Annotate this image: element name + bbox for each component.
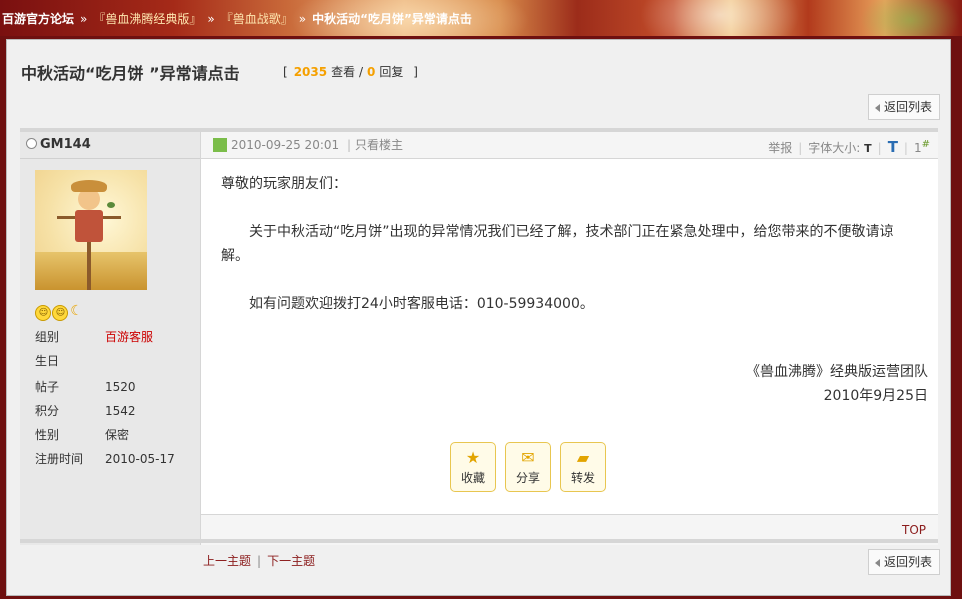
breadcrumb-home[interactable]: 百游官方论坛 [2, 12, 74, 26]
floor-sup: # [921, 139, 930, 150]
topic-stats: [2035 查看 /0 回复 ] [283, 63, 418, 80]
banner-glow [860, 0, 960, 36]
info-value: 2010-05-17 [105, 452, 175, 466]
star-icon: ★ [465, 448, 481, 467]
author-info-points: 积分 1542 [35, 402, 136, 419]
only-author-link[interactable]: 只看楼主 [355, 138, 403, 152]
reply-label: 回复 [379, 65, 404, 79]
header-banner: 百游官方论坛 » 『兽血沸腾经典版』 » 『兽血战歌』 » 中秋活动“吃月饼”异常请点击 [0, 0, 962, 36]
share-button[interactable]: ✉ 分享 [505, 442, 551, 492]
author-header: GM144 [20, 132, 200, 159]
back-to-list-button[interactable]: 返回列表 [868, 94, 940, 120]
stats-slash: / [358, 65, 363, 79]
author-name[interactable]: GM144 [40, 137, 91, 152]
font-big-button[interactable]: T [888, 138, 898, 156]
post-bottom-bar [20, 539, 938, 543]
favorite-button[interactable]: ★ 收藏 [450, 442, 496, 492]
info-value: 1542 [105, 404, 136, 418]
font-size-label: 字体大小: [808, 141, 861, 155]
author-info-group: 组别 百游客服 [35, 328, 153, 345]
share-label: 分享 [515, 471, 540, 485]
info-label: 帖子 [35, 380, 60, 394]
back-to-list-label: 返回列表 [884, 100, 933, 114]
avatar-hat [71, 180, 107, 192]
avatar-field [35, 252, 147, 290]
smiley-icon: ☺ [52, 305, 68, 321]
rank-icons: ☺ ☺ ☾ [35, 303, 84, 321]
info-value: 百游客服 [105, 330, 154, 344]
forward-label: 转发 [570, 471, 595, 485]
view-label: 查看 [331, 65, 356, 79]
author-panel: GM144 ☺ ☺ ☾ 组别 百游客服 生日 帖子 1520 积分 1542 性别 保密 注… [20, 132, 201, 545]
post-paragraph: 如有问题欢迎拨打24小时客服电话：010-59934000。 [249, 296, 594, 312]
post-paragraph: 关于中秋活动“吃月饼”出现的异常情况我们已经了解，技术部门正在紧急处理中，给您带… [221, 224, 894, 264]
info-value: 保密 [105, 428, 130, 442]
info-label: 注册时间 [35, 452, 84, 466]
author-info-birthday: 生日 [35, 352, 105, 369]
meta-separator: | [346, 138, 352, 152]
author-info-gender: 性别 保密 [35, 426, 129, 443]
favorite-label: 收藏 [460, 471, 485, 485]
topic-nav: 上一主题 | 下一主题 [203, 552, 315, 569]
post: GM144 ☺ ☺ ☾ 组别 百游客服 生日 帖子 1520 积分 1542 性别 保密 注… [20, 128, 938, 545]
stats-bracket-close: ] [413, 65, 418, 79]
moon-icon: ☾ [70, 303, 83, 319]
smiley-icon: ☺ [35, 305, 51, 321]
next-topic-link[interactable]: 下一主题 [267, 554, 315, 568]
breadcrumb-current: 中秋活动“吃月饼”异常请点击 [312, 12, 472, 26]
tools-separator: | [903, 141, 908, 155]
author-info-regdate: 注册时间 2010-05-17 [35, 450, 175, 467]
prev-topic-link[interactable]: 上一主题 [203, 554, 251, 568]
info-label: 组别 [35, 330, 60, 344]
banner-glow [640, 0, 800, 36]
post-signature: 《兽血沸腾》经典版运营团队 2010年9月25日 [746, 360, 928, 408]
envelope-icon: ✉ [521, 448, 535, 467]
breadcrumb-separator: » [80, 12, 88, 26]
avatar-bird [107, 202, 115, 208]
post-greeting: 尊敬的玩家朋友们： [221, 176, 347, 192]
avatar[interactable] [35, 170, 147, 290]
tools-separator: | [877, 141, 882, 155]
back-arrow-icon [875, 103, 880, 112]
info-value: 1520 [105, 380, 136, 394]
nav-separator: | [257, 554, 262, 568]
floor-value: 1 [913, 141, 922, 155]
breadcrumb: 百游官方论坛 » 『兽血沸腾经典版』 » 『兽血战歌』 » 中秋活动“吃月饼”异常请点击 [2, 10, 472, 27]
top-link[interactable]: TOP [902, 523, 926, 537]
info-label: 生日 [35, 354, 60, 368]
offline-status-icon [26, 138, 37, 149]
back-to-list-label: 返回列表 [884, 555, 933, 569]
page-title: 中秋活动“吃月饼 ”异常请点击 [21, 64, 240, 83]
font-small-button[interactable]: T [864, 142, 872, 155]
breadcrumb-separator: » [207, 12, 215, 26]
signature-team: 《兽血沸腾》经典版运营团队 [746, 364, 928, 380]
back-to-list-button-bottom[interactable]: 返回列表 [868, 549, 940, 575]
breadcrumb-forum[interactable]: 『兽血沸腾经典版』 [93, 12, 201, 26]
post-datetime: 2010-09-25 20:01 [231, 138, 340, 152]
floor-number: 1# [913, 139, 930, 155]
stats-bracket-open: [ [283, 65, 288, 79]
info-label: 性别 [35, 428, 60, 442]
breadcrumb-board[interactable]: 『兽血战歌』 [221, 12, 293, 26]
thread-panel: 中秋活动“吃月饼 ”异常请点击 [2035 查看 /0 回复 ] 返回列表 GM14… [6, 39, 951, 596]
reply-count: 0 [366, 65, 376, 79]
post-body: 尊敬的玩家朋友们： 关于中秋活动“吃月饼”出现的异常情况我们已经了解，技术部门正… [221, 172, 921, 316]
folder-icon: ▰ [576, 448, 590, 467]
info-label: 积分 [35, 404, 60, 418]
signature-date: 2010年9月25日 [823, 388, 928, 404]
breadcrumb-separator: » [298, 12, 307, 26]
post-tools: 举报 | 字体大小: T | T | 1# [768, 132, 930, 162]
user-icon [213, 138, 227, 152]
avatar-coat [75, 210, 103, 242]
view-count: 2035 [293, 65, 328, 79]
forward-button[interactable]: ▰ 转发 [560, 442, 606, 492]
tools-separator: | [798, 141, 803, 155]
report-link[interactable]: 举报 [768, 141, 792, 155]
post-meta-bar: 2010-09-25 20:01 | 只看楼主 举报 | 字体大小: T | T | 1# [201, 132, 938, 159]
back-arrow-icon [875, 558, 880, 567]
author-info-posts: 帖子 1520 [35, 378, 136, 395]
post-content: 2010-09-25 20:01 | 只看楼主 举报 | 字体大小: T | T | 1# 尊… [201, 132, 938, 545]
